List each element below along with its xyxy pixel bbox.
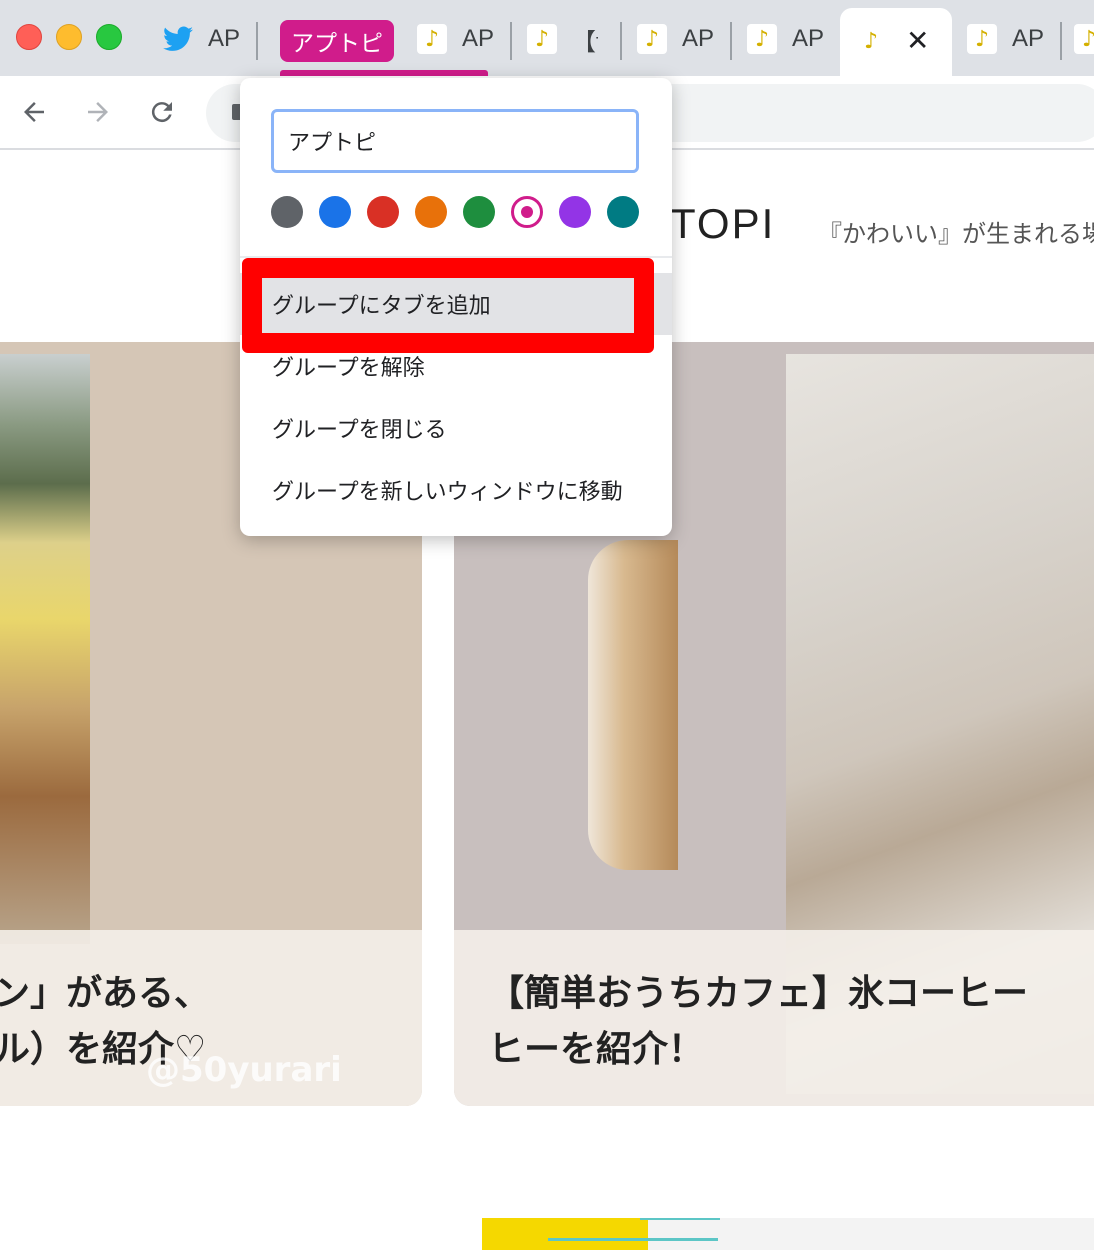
photo-watermark: @50yurari xyxy=(146,1050,342,1090)
tab-separator xyxy=(1060,22,1062,60)
coffee-cup-image xyxy=(588,540,678,870)
tab-strip: AP アプトピ ♪ AP ♪ 【fi ♪ AP ♪ AP ♪ ✕ ♪ AP ♪ xyxy=(0,0,1094,76)
apptopi-icon: ♪ xyxy=(856,26,886,56)
menu-item-close-group[interactable]: グループを閉じる xyxy=(240,397,672,459)
article-title[interactable]: 【簡単おうちカフェ】氷コーヒー ヒーを紹介！ xyxy=(488,966,1028,1078)
apptopi-icon: ♪ xyxy=(967,24,997,54)
minimize-window-button[interactable] xyxy=(56,24,82,50)
menu-item-move-group-to-new-window[interactable]: グループを新しいウィンドウに移動 xyxy=(240,459,672,521)
menu-item-label: グループを解除 xyxy=(272,356,425,381)
tab-title: AP xyxy=(1012,25,1045,52)
tab-separator xyxy=(730,22,732,60)
color-swatch-grey[interactable] xyxy=(271,196,303,228)
color-swatch-cyan[interactable] xyxy=(607,196,639,228)
tab-title: 【fi xyxy=(572,28,598,56)
tab-apptopi-5[interactable]: ♪ AP xyxy=(966,14,1050,64)
apptopi-icon: ♪ xyxy=(637,24,667,54)
reload-icon xyxy=(151,102,172,123)
apptopi-icon: ♪ xyxy=(527,24,557,54)
tab-apptopi-1[interactable]: ♪ AP xyxy=(416,14,500,64)
color-swatch-purple[interactable] xyxy=(559,196,591,228)
twitter-icon xyxy=(162,24,194,54)
site-tagline: 『かわいい』が生まれる場 xyxy=(818,220,1094,248)
bottom-banner-accent xyxy=(482,1218,648,1250)
tab-title: AP xyxy=(462,25,495,52)
maximize-window-button[interactable] xyxy=(96,24,122,50)
article-photo xyxy=(0,354,90,944)
menu-item-label: グループを新しいウィンドウに移動 xyxy=(272,480,623,505)
forward-button[interactable] xyxy=(76,90,120,134)
color-swatch-red[interactable] xyxy=(367,196,399,228)
close-window-button[interactable] xyxy=(16,24,42,50)
bottom-banner-line xyxy=(640,1218,720,1220)
menu-item-label: グループを閉じる xyxy=(272,418,447,443)
tab-apptopi-4[interactable]: ♪ AP xyxy=(746,14,830,64)
apptopi-icon: ♪ xyxy=(417,24,447,54)
group-name-input[interactable] xyxy=(271,109,639,173)
tab-separator xyxy=(256,22,258,60)
apptopi-icon: ♪ xyxy=(747,24,777,54)
tab-title: AP xyxy=(208,25,241,52)
card-caption: 【簡単おうちカフェ】氷コーヒー ヒーを紹介！ xyxy=(454,930,1094,1106)
color-swatch-orange[interactable] xyxy=(415,196,447,228)
tab-separator xyxy=(510,22,512,60)
tab-title: AP xyxy=(682,25,715,52)
annotation-highlight-box xyxy=(242,258,654,353)
back-button[interactable] xyxy=(12,90,56,134)
close-tab-icon[interactable]: ✕ xyxy=(906,24,929,57)
tab-apptopi-6[interactable]: ♪ xyxy=(1074,14,1094,64)
apptopi-icon: ♪ xyxy=(1074,24,1094,54)
tab-twitter[interactable]: AP xyxy=(162,14,246,64)
tab-apptopi-3[interactable]: ♪ AP xyxy=(636,14,720,64)
tab-active[interactable]: ♪ ✕ xyxy=(840,8,952,76)
tab-apptopi-2[interactable]: ♪ 【fi xyxy=(526,14,610,64)
bottom-banner-line xyxy=(548,1238,718,1241)
tab-separator xyxy=(620,22,622,60)
tab-group-chip[interactable]: アプトピ xyxy=(280,20,394,62)
forward-arrow-icon xyxy=(88,102,108,122)
color-swatch-blue[interactable] xyxy=(319,196,351,228)
color-swatch-pink-selected[interactable] xyxy=(511,196,543,228)
tab-title: AP xyxy=(792,25,825,52)
back-arrow-icon xyxy=(24,102,44,122)
color-swatch-green[interactable] xyxy=(463,196,495,228)
reload-button[interactable] xyxy=(140,90,184,134)
